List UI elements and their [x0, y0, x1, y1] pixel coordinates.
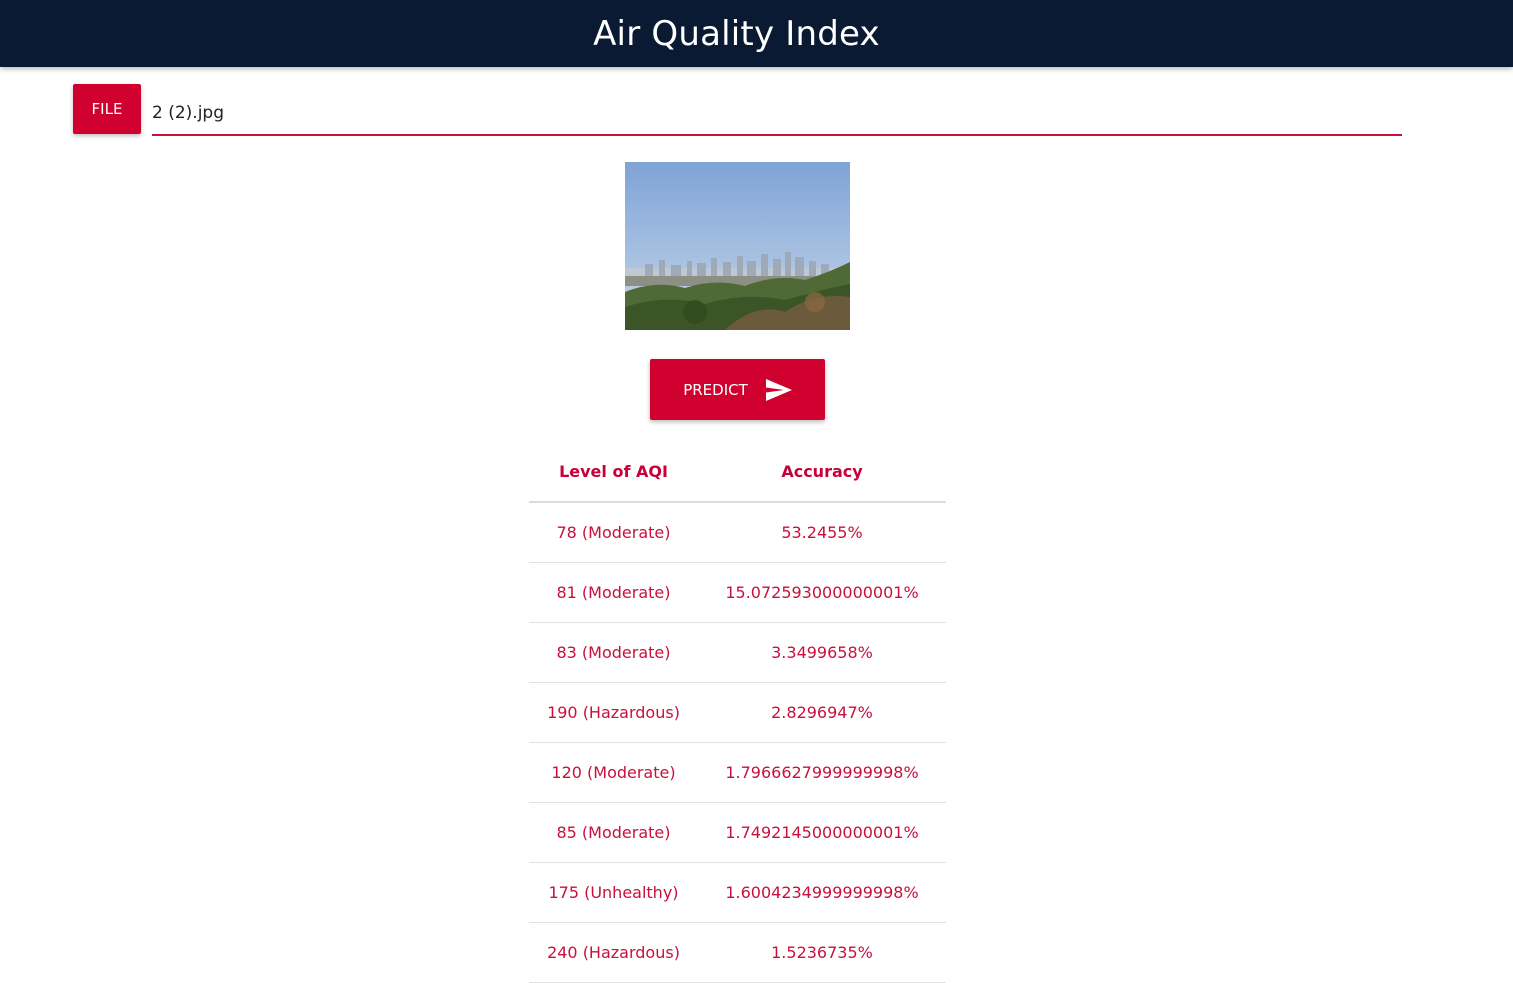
- results-table: Level of AQI Accuracy 78 (Moderate) 53.2…: [529, 441, 946, 983]
- aqi-level-cell: 120 (Moderate): [529, 742, 698, 803]
- city-skyline-photo: [625, 162, 850, 330]
- column-header-accuracy: Accuracy: [698, 441, 946, 503]
- table-row: 81 (Moderate) 15.072593000000001%: [529, 562, 946, 623]
- table-row: 120 (Moderate) 1.7966627999999998%: [529, 742, 946, 803]
- table-row: 83 (Moderate) 3.3499658%: [529, 622, 946, 683]
- table-row: 85 (Moderate) 1.7492145000000001%: [529, 802, 946, 863]
- aqi-level-cell: 83 (Moderate): [529, 622, 698, 683]
- aqi-level-cell: 78 (Moderate): [529, 502, 698, 563]
- aqi-level-cell: 190 (Hazardous): [529, 682, 698, 743]
- aqi-level-cell: 175 (Unhealthy): [529, 862, 698, 923]
- table-row: 240 (Hazardous) 1.5236735%: [529, 922, 946, 983]
- file-path-input[interactable]: [152, 92, 1402, 136]
- accuracy-cell: 3.3499658%: [698, 622, 946, 683]
- send-icon: [765, 378, 792, 401]
- accuracy-cell: 1.6004234999999998%: [698, 862, 946, 923]
- table-row: 190 (Hazardous) 2.8296947%: [529, 682, 946, 743]
- accuracy-cell: 1.5236735%: [698, 922, 946, 983]
- uploaded-image-preview: [625, 162, 850, 330]
- accuracy-cell: 15.072593000000001%: [698, 562, 946, 623]
- results-header-row: Level of AQI Accuracy: [529, 441, 946, 503]
- aqi-level-cell: 85 (Moderate): [529, 802, 698, 863]
- aqi-level-cell: 81 (Moderate): [529, 562, 698, 623]
- table-row: 175 (Unhealthy) 1.6004234999999998%: [529, 862, 946, 923]
- predict-button-label: PREDICT: [683, 380, 748, 399]
- aqi-level-cell: 240 (Hazardous): [529, 922, 698, 983]
- accuracy-cell: 53.2455%: [698, 502, 946, 563]
- accuracy-cell: 1.7492145000000001%: [698, 802, 946, 863]
- accuracy-cell: 2.8296947%: [698, 682, 946, 743]
- page-title: Air Quality Index: [593, 13, 880, 54]
- file-upload-button[interactable]: FILE: [73, 84, 141, 134]
- predict-button[interactable]: PREDICT: [650, 359, 825, 420]
- accuracy-cell: 1.7966627999999998%: [698, 742, 946, 803]
- app-header: Air Quality Index: [0, 0, 1513, 67]
- column-header-level: Level of AQI: [529, 441, 698, 503]
- table-row: 78 (Moderate) 53.2455%: [529, 502, 946, 563]
